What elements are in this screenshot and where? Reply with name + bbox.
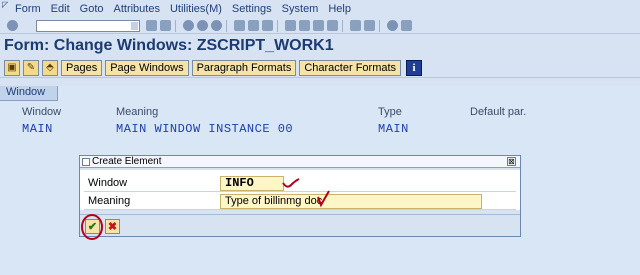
help-icon[interactable] [387, 20, 398, 31]
column-header-meaning: Meaning [116, 106, 159, 118]
meaning-field-label: Meaning [88, 195, 131, 207]
row-meaning-value[interactable]: MAIN WINDOW INSTANCE 00 [116, 122, 293, 136]
back-icon[interactable] [183, 20, 194, 31]
exit-icon[interactable] [197, 20, 208, 31]
menu-help[interactable]: Help [323, 3, 356, 15]
row-type-value[interactable]: MAIN [378, 122, 409, 136]
back-arrow-icon[interactable] [146, 20, 157, 31]
toolbar-divider [226, 19, 227, 32]
last-page-icon[interactable] [327, 20, 338, 31]
cancel-icon[interactable] [211, 20, 222, 31]
toolbar-divider [379, 19, 380, 32]
toolbar-divider [175, 19, 176, 32]
window-corner-icon: ◸ [2, 0, 9, 9]
character-formats-button[interactable]: Character Formats [299, 59, 402, 76]
dialog-footer: ✔ ✖ [80, 214, 520, 236]
column-header-type: Type [378, 106, 402, 118]
new-session-icon[interactable] [350, 20, 361, 31]
menu-edit[interactable]: Edit [46, 3, 75, 15]
page-title: Form: Change Windows: ZSCRIPT_WORK1 [4, 37, 334, 54]
window-field-label: Window [88, 177, 128, 189]
page-windows-button[interactable]: Page Windows [105, 59, 189, 76]
previous-page-icon[interactable] [299, 20, 310, 31]
menu-settings[interactable]: Settings [227, 3, 277, 15]
command-field[interactable] [36, 19, 140, 32]
shortcut-icon[interactable] [364, 20, 375, 31]
cancel-x-icon[interactable]: ✖ [105, 219, 120, 234]
menu-utilities[interactable]: Utilities(M) [165, 3, 227, 15]
pages-button[interactable]: Pages [61, 59, 103, 76]
application-toolbar: ▣ ✎ ⬘ Pages Page Windows Paragraph Forma… [0, 58, 640, 78]
continue-check-icon[interactable]: ✔ [85, 219, 100, 234]
menu-goto[interactable]: Goto [75, 3, 109, 15]
enter-icon[interactable] [7, 20, 18, 31]
print-icon[interactable] [234, 20, 245, 31]
meaning-field-row: Meaning Type of billinmg doc [84, 193, 516, 210]
dialog-title-bar: Create Element ⊠ [80, 156, 520, 168]
create-element-dialog: Create Element ⊠ Window INFO Meaning Typ… [79, 155, 521, 237]
column-header-window: Window [22, 106, 62, 118]
layout-menu-icon[interactable] [401, 20, 412, 31]
meaning-input[interactable]: Type of billinmg doc [220, 194, 482, 209]
info-icon[interactable]: i [406, 59, 423, 76]
menu-form[interactable]: Form [10, 3, 46, 15]
toolbar-divider [277, 19, 278, 32]
dialog-body: Window INFO Meaning Type of billinmg doc [80, 170, 520, 210]
dialog-window-icon [82, 158, 90, 166]
find-icon[interactable] [248, 20, 259, 31]
window-tab[interactable]: Window [0, 86, 58, 101]
find-next-icon[interactable] [262, 20, 273, 31]
menu-system[interactable]: System [277, 3, 324, 15]
standard-toolbar [0, 18, 640, 34]
first-page-icon[interactable] [285, 20, 296, 31]
menu-bar: ◸ Form Edit Goto Attributes Utilities(M)… [0, 0, 640, 18]
display-change-icon[interactable]: ▣ [4, 59, 20, 76]
window-input[interactable]: INFO [220, 176, 284, 191]
toolbar-divider [342, 19, 343, 32]
dialog-title: Create Element [92, 156, 162, 167]
next-page-icon[interactable] [313, 20, 324, 31]
column-header-default-par: Default par. [470, 106, 527, 118]
paragraph-formats-button[interactable]: Paragraph Formats [191, 59, 297, 76]
other-object-icon[interactable]: ⬘ [42, 59, 58, 76]
row-window-value[interactable]: MAIN [22, 122, 53, 136]
window-field-row: Window INFO [84, 175, 516, 192]
title-bar: Form: Change Windows: ZSCRIPT_WORK1 [0, 34, 640, 58]
close-icon[interactable]: ⊠ [507, 157, 516, 166]
command-dropdown-icon[interactable] [131, 21, 138, 30]
edit-pencil-icon[interactable]: ✎ [23, 59, 39, 76]
save-icon[interactable] [160, 20, 171, 31]
menu-attributes[interactable]: Attributes [109, 3, 165, 15]
